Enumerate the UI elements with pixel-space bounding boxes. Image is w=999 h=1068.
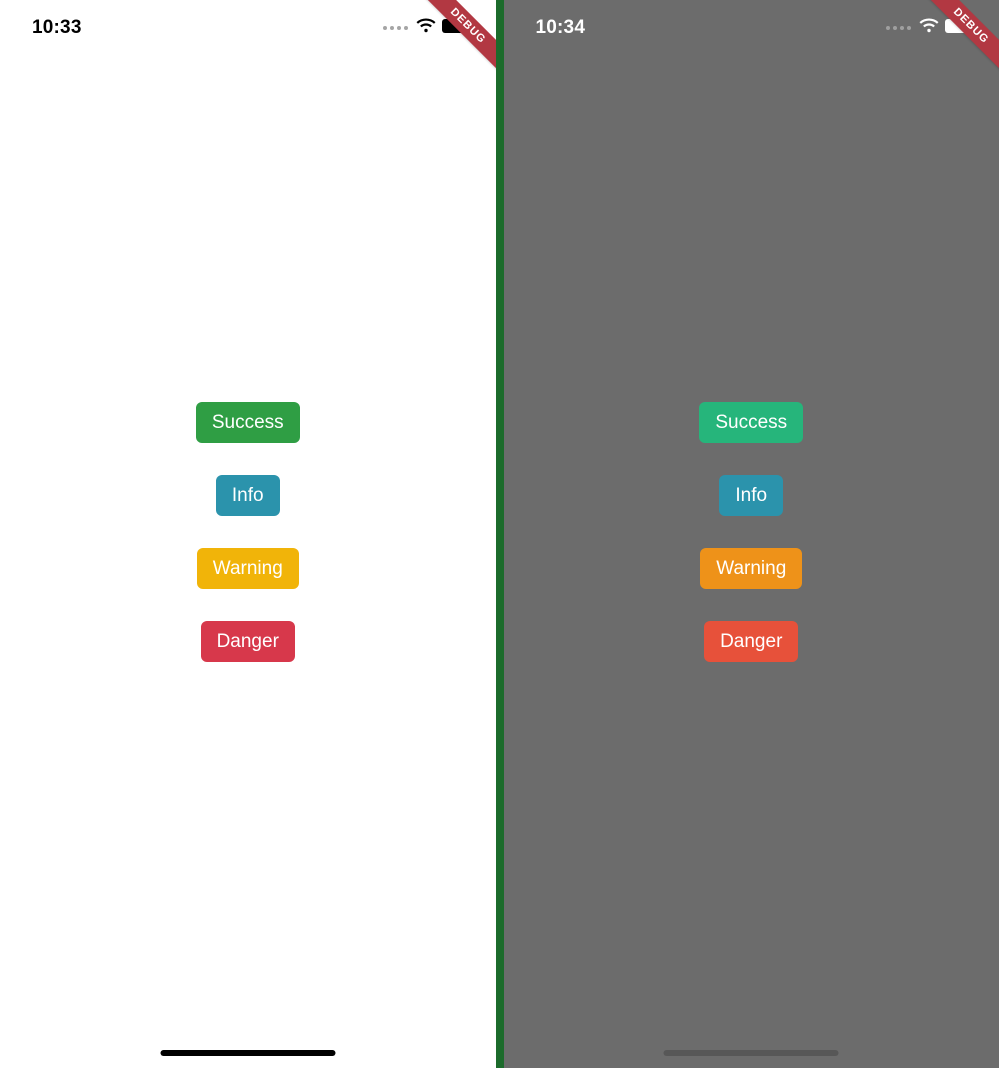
phone-dark: 10:34 Success Info Warning Danger DEBUG <box>504 0 999 1068</box>
button-list: Success Info Warning Danger <box>0 26 496 1038</box>
phone-light: 10:33 Success Info Warning Danger DEBUG <box>0 0 496 1068</box>
success-button[interactable]: Success <box>196 402 300 443</box>
home-indicator[interactable] <box>664 1050 839 1056</box>
warning-button[interactable]: Warning <box>700 548 802 589</box>
danger-button[interactable]: Danger <box>704 621 798 662</box>
home-indicator[interactable] <box>160 1050 335 1056</box>
warning-button[interactable]: Warning <box>197 548 299 589</box>
info-button[interactable]: Info <box>216 475 280 516</box>
success-button[interactable]: Success <box>699 402 803 443</box>
danger-button[interactable]: Danger <box>201 621 295 662</box>
info-button[interactable]: Info <box>719 475 783 516</box>
button-list: Success Info Warning Danger <box>504 26 999 1038</box>
panel-divider <box>496 0 504 1068</box>
